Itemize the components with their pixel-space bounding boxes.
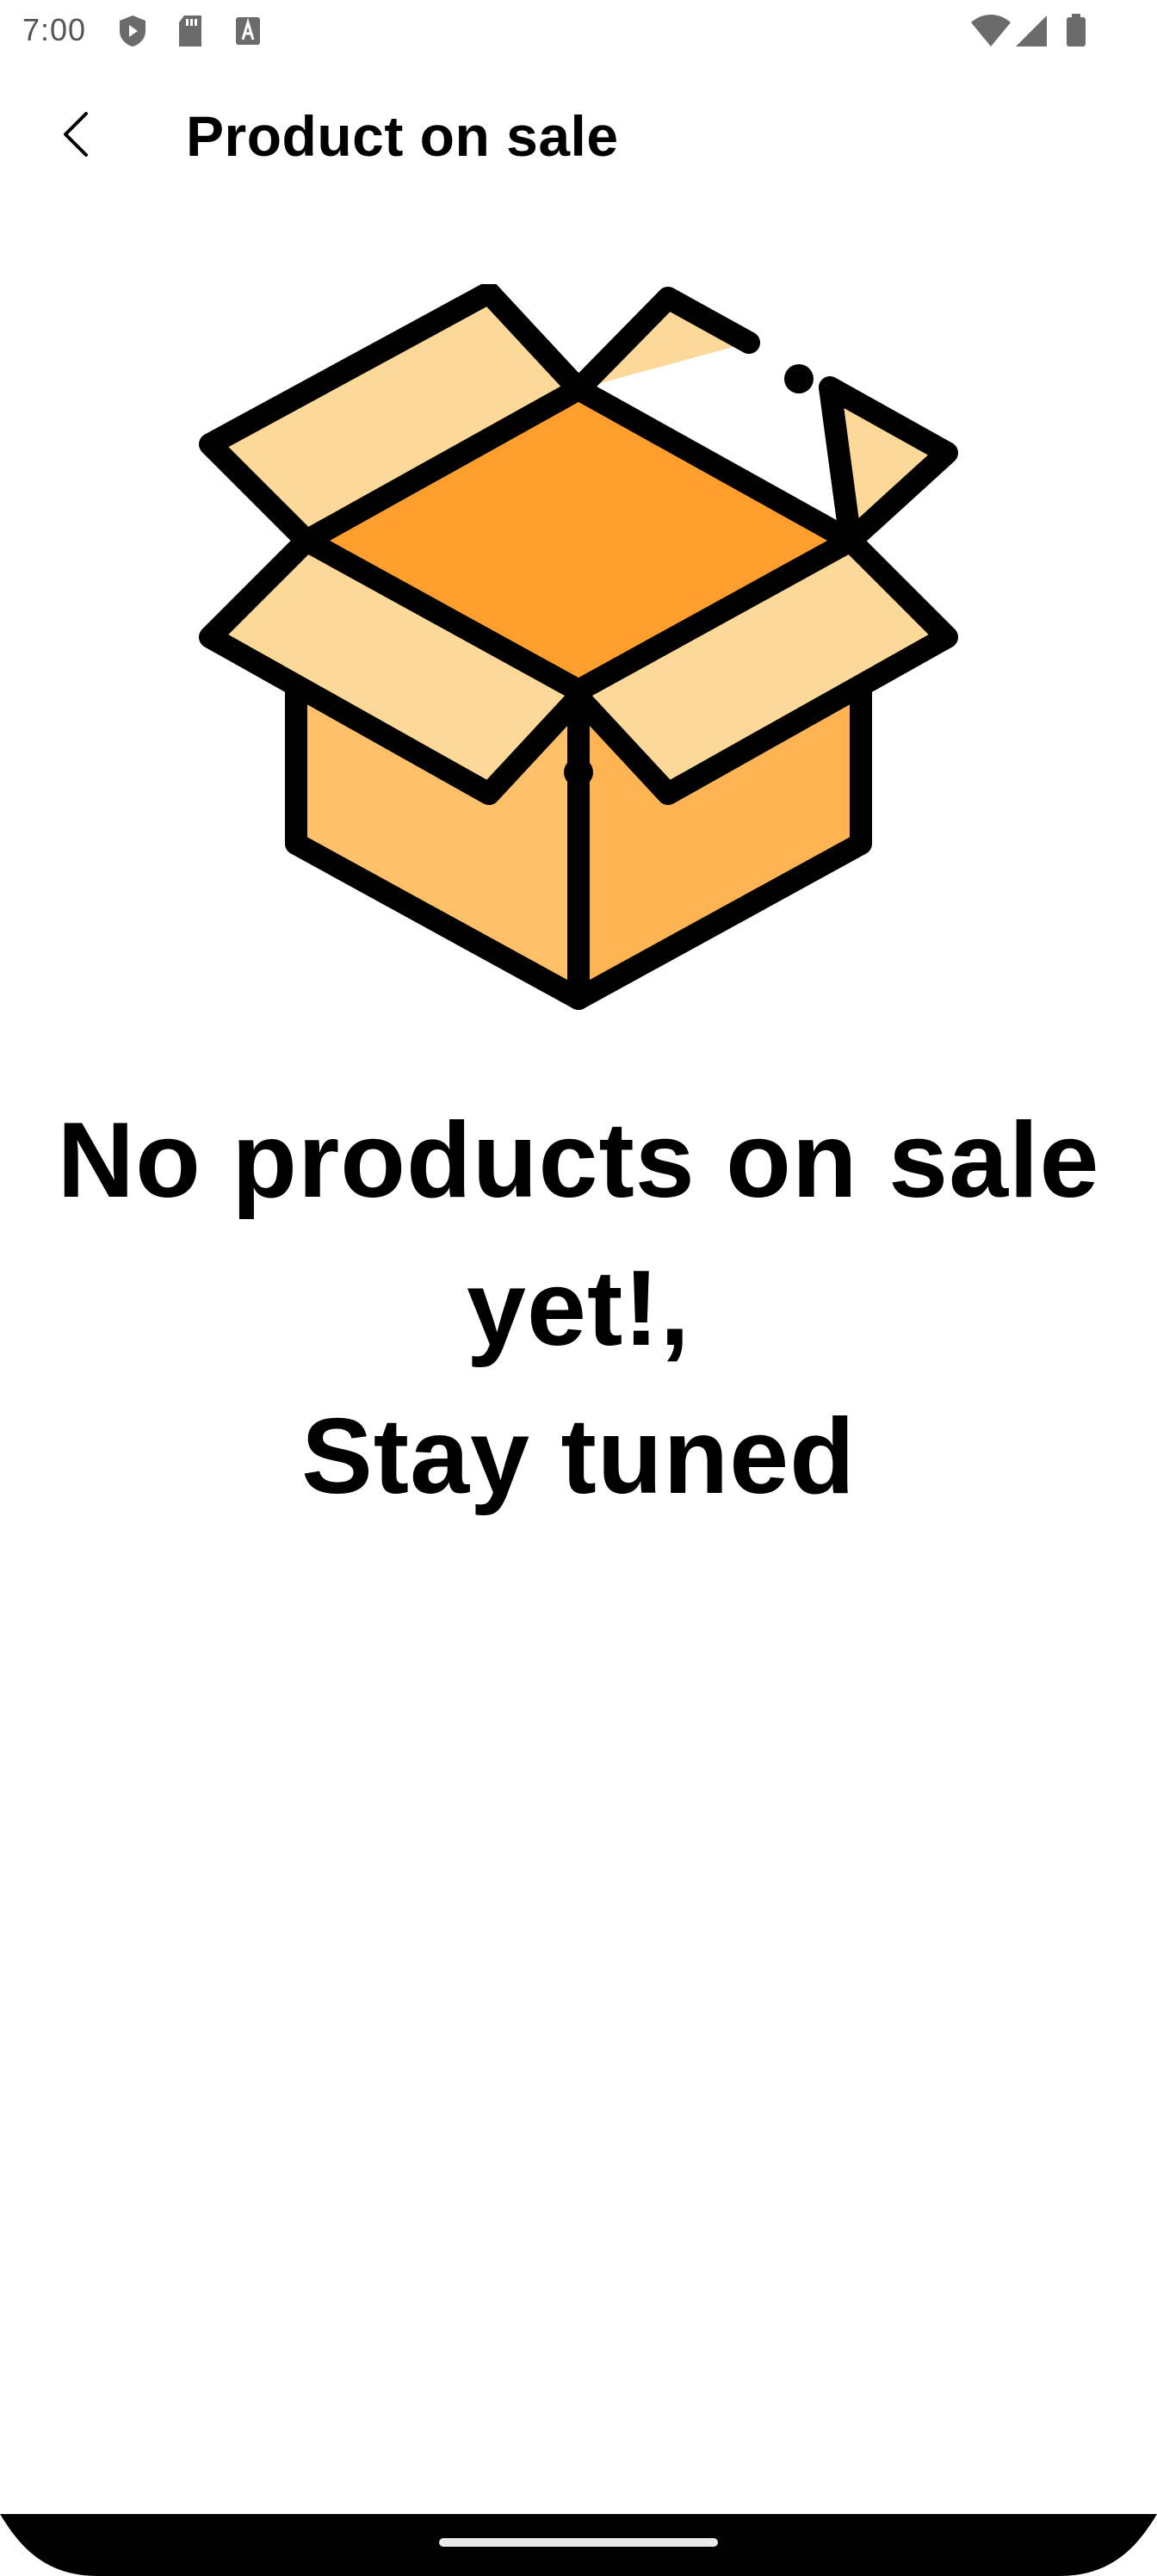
wifi-icon bbox=[971, 15, 1011, 46]
font-a-icon bbox=[236, 17, 260, 45]
status-bar: 7:00 bbox=[0, 0, 1157, 62]
sd-card-icon bbox=[179, 15, 201, 46]
open-box-icon bbox=[199, 284, 958, 1010]
empty-state-line-2: yet!, bbox=[467, 1249, 690, 1368]
empty-state-line-3: Stay tuned bbox=[301, 1397, 856, 1516]
home-handle[interactable] bbox=[439, 2538, 718, 2547]
shield-play-icon bbox=[120, 15, 145, 46]
empty-state-line-1: No products on sale bbox=[57, 1101, 1100, 1220]
app-bar: Product on sale bbox=[0, 79, 1157, 189]
battery-icon bbox=[1067, 14, 1086, 46]
status-time: 7:00 bbox=[22, 12, 87, 47]
back-button[interactable] bbox=[38, 96, 114, 172]
page-title: Product on sale bbox=[186, 104, 619, 168]
signal-icon bbox=[1016, 15, 1047, 46]
empty-state-message: No products on sale yet!, Stay tuned bbox=[52, 1087, 1105, 1531]
chevron-left-icon bbox=[64, 112, 88, 157]
gesture-nav-bar bbox=[0, 2514, 1157, 2576]
